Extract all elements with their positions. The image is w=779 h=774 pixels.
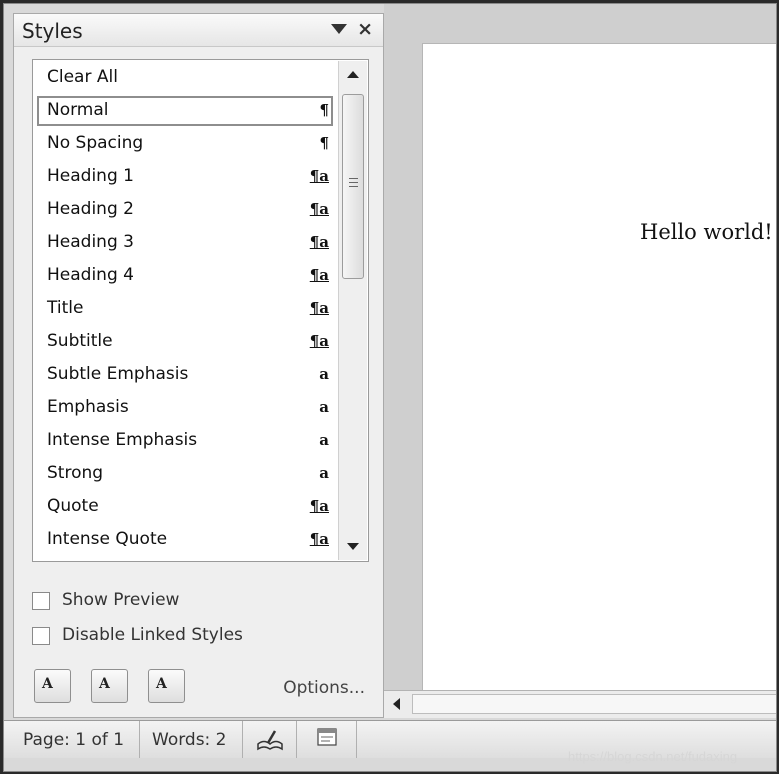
style-item[interactable]: Subtitle ¶a bbox=[37, 327, 333, 357]
character-style-icon: a bbox=[319, 398, 329, 416]
grip-line bbox=[349, 182, 358, 183]
style-item[interactable]: Intense Emphasis a bbox=[37, 426, 333, 456]
close-icon[interactable]: × bbox=[357, 18, 373, 40]
paragraph-style-icon: ¶ bbox=[319, 101, 329, 119]
linked-style-icon: ¶a bbox=[309, 497, 329, 515]
style-item-label: Quote bbox=[47, 496, 99, 516]
style-inspector-button[interactable]: A bbox=[91, 669, 128, 703]
watermark-text: https://blog.csdn.net/fudaxing bbox=[568, 749, 738, 764]
style-item[interactable]: Emphasis a bbox=[37, 393, 333, 423]
style-item-label: Heading 3 bbox=[47, 232, 134, 252]
style-list-scrollbar[interactable] bbox=[338, 61, 367, 560]
style-item-label: Heading 4 bbox=[47, 265, 134, 285]
styles-pane-title: Styles bbox=[22, 19, 83, 43]
manage-styles-button[interactable]: A bbox=[148, 669, 185, 703]
style-item[interactable]: Heading 1 ¶a bbox=[37, 162, 333, 192]
style-item-label: No Spacing bbox=[47, 133, 144, 153]
style-inspector-icon: A bbox=[99, 676, 110, 692]
new-style-button[interactable]: A bbox=[34, 669, 71, 703]
character-style-icon: a bbox=[319, 365, 329, 383]
style-item-label: Clear All bbox=[47, 67, 118, 87]
linked-style-icon: ¶a bbox=[309, 233, 329, 251]
styles-pane: Styles × Intense Quote ¶a Quote ¶a Strong a In… bbox=[13, 13, 384, 718]
linked-style-icon: ¶a bbox=[309, 200, 329, 218]
style-item[interactable]: Heading 3 ¶a bbox=[37, 228, 333, 258]
paragraph-style-icon: ¶ bbox=[319, 134, 329, 152]
proofing-status[interactable] bbox=[243, 721, 297, 758]
styles-pane-header: Styles × bbox=[14, 14, 383, 47]
scroll-down-icon[interactable] bbox=[347, 543, 359, 550]
style-item-label: Subtitle bbox=[47, 331, 113, 351]
linked-style-icon: ¶a bbox=[309, 332, 329, 350]
proofing-book-icon bbox=[257, 730, 283, 751]
horizontal-scrollbar[interactable] bbox=[384, 690, 776, 718]
grip-line bbox=[349, 186, 358, 187]
disable-linked-styles-label: Disable Linked Styles bbox=[62, 625, 243, 645]
style-item[interactable]: Subtle Emphasis a bbox=[37, 360, 333, 390]
style-item-label: Heading 2 bbox=[47, 199, 134, 219]
style-item-label: Intense Quote bbox=[47, 529, 168, 549]
style-item-label: Subtle Emphasis bbox=[47, 364, 189, 384]
style-item[interactable]: Clear All bbox=[37, 63, 333, 93]
word-window: Styles × Intense Quote ¶a Quote ¶a Strong a In… bbox=[3, 3, 777, 772]
macro-status[interactable] bbox=[297, 721, 357, 758]
options-link[interactable]: Options... bbox=[283, 678, 365, 698]
style-item[interactable]: Strong a bbox=[37, 459, 333, 489]
character-style-icon: a bbox=[319, 464, 329, 482]
style-list: Intense Quote ¶a Quote ¶a Strong a Intense Emp… bbox=[32, 59, 369, 562]
word-count-text: Words: 2 bbox=[152, 730, 227, 750]
linked-style-icon: ¶a bbox=[309, 530, 329, 548]
disable-linked-styles-checkbox[interactable] bbox=[32, 627, 50, 645]
grip-line bbox=[349, 178, 358, 179]
style-item[interactable]: Intense Quote ¶a bbox=[37, 525, 333, 555]
word-count-status[interactable]: Words: 2 bbox=[140, 721, 243, 758]
style-item[interactable]: No Spacing ¶ bbox=[37, 129, 333, 159]
linked-style-icon: ¶a bbox=[309, 167, 329, 185]
horizontal-scroll-track[interactable] bbox=[412, 694, 776, 714]
new-style-icon: A bbox=[42, 676, 53, 692]
page-count-status[interactable]: Page: 1 of 1 bbox=[12, 721, 140, 758]
style-item-label: Strong bbox=[47, 463, 104, 483]
triangle-down-icon[interactable] bbox=[331, 24, 347, 34]
document-text[interactable]: Hello world! bbox=[640, 220, 773, 244]
scroll-up-icon[interactable] bbox=[347, 71, 359, 78]
manage-styles-icon: A bbox=[156, 676, 167, 692]
style-item-label: Emphasis bbox=[47, 397, 129, 417]
document-area: Hello world! bbox=[384, 4, 776, 718]
style-item-label: Heading 1 bbox=[47, 166, 134, 186]
style-item[interactable]: Normal ¶ bbox=[37, 96, 333, 126]
style-item[interactable]: Heading 4 ¶a bbox=[37, 261, 333, 291]
linked-style-icon: ¶a bbox=[309, 299, 329, 317]
style-item-label: Intense Emphasis bbox=[47, 430, 198, 450]
show-preview-label: Show Preview bbox=[62, 590, 180, 610]
show-preview-checkbox[interactable] bbox=[32, 592, 50, 610]
macro-icon bbox=[317, 728, 337, 746]
linked-style-icon: ¶a bbox=[309, 266, 329, 284]
character-style-icon: a bbox=[319, 431, 329, 449]
style-item[interactable]: Heading 2 ¶a bbox=[37, 195, 333, 225]
scroll-left-icon[interactable] bbox=[393, 698, 400, 710]
scroll-thumb[interactable] bbox=[342, 94, 364, 279]
style-item[interactable]: Quote ¶a bbox=[37, 492, 333, 522]
document-page[interactable]: Hello world! bbox=[422, 43, 776, 695]
style-item-label: Title bbox=[47, 298, 84, 318]
page-count-text: Page: 1 of 1 bbox=[23, 730, 125, 750]
style-item[interactable]: Title ¶a bbox=[37, 294, 333, 324]
style-item-label: Normal bbox=[47, 100, 109, 120]
